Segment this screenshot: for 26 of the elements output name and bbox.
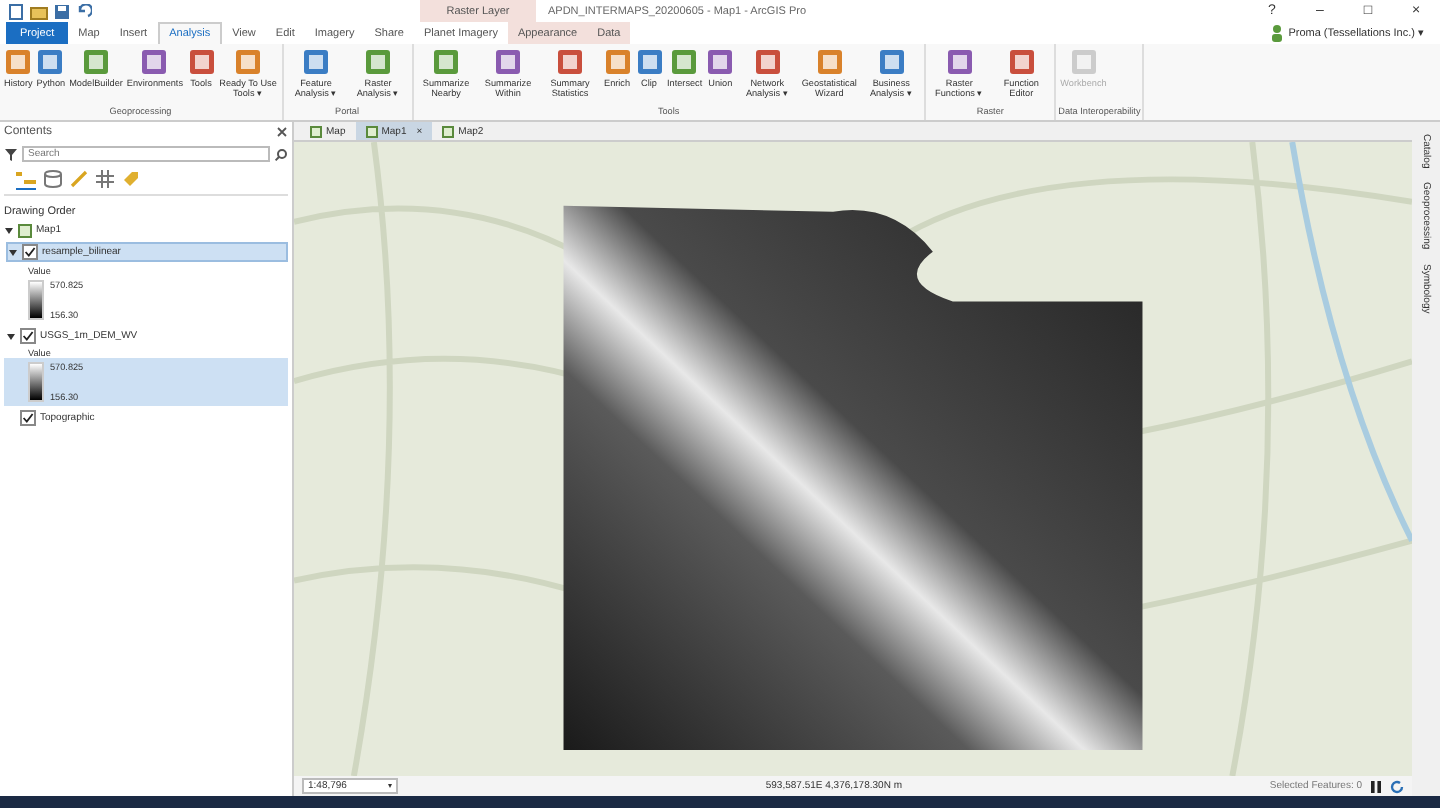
topographic-map-drawing[interactable] [294, 142, 1412, 776]
expand-arrow-icon[interactable] [6, 331, 16, 341]
new-file-icon[interactable] [8, 3, 24, 19]
expand-arrow-icon[interactable] [8, 247, 18, 257]
folder-icon[interactable] [30, 3, 48, 19]
undo-icon[interactable] [76, 3, 92, 19]
checkbox[interactable] [20, 328, 36, 344]
refresh-icon[interactable] [1390, 779, 1404, 793]
gradient-ramp [28, 362, 44, 402]
close-icon[interactable] [276, 126, 288, 138]
map-icon [365, 125, 378, 137]
map-icon [442, 125, 455, 137]
expand-arrow-icon[interactable] [4, 225, 14, 235]
save-icon[interactable] [54, 3, 70, 19]
grid-icon[interactable] [96, 170, 114, 188]
list-icon[interactable] [16, 170, 36, 190]
person-icon [1270, 24, 1285, 42]
map-icon [310, 125, 322, 137]
database-icon[interactable] [44, 170, 62, 188]
pause-icon[interactable] [1370, 779, 1382, 793]
checkbox[interactable] [20, 410, 36, 426]
checkbox[interactable] [22, 244, 38, 260]
search-icon [274, 147, 288, 161]
map-icon [18, 223, 32, 237]
filter-icon[interactable] [4, 147, 18, 161]
gradient-ramp [28, 280, 44, 320]
